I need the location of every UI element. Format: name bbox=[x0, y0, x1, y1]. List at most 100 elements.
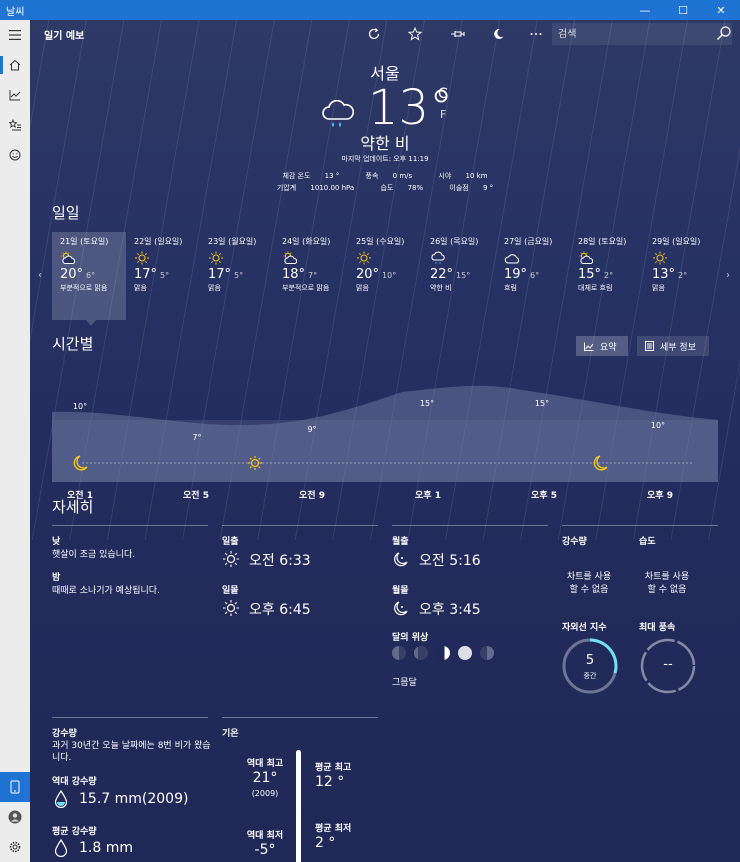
sidebar-item-maps[interactable] bbox=[0, 80, 30, 110]
day-condition: 맑음 bbox=[208, 284, 221, 292]
daily-forecast-day[interactable]: 28일 (토요일) 15° 2° 대체로 흐림 bbox=[570, 232, 644, 320]
day-name: 29일 (일요일) bbox=[652, 237, 701, 246]
day-low-temp: 5° bbox=[160, 271, 170, 280]
day-low-temp: 15° bbox=[456, 271, 471, 280]
favorite-button[interactable] bbox=[405, 24, 425, 44]
sidebar-item-feedback[interactable] bbox=[0, 140, 30, 170]
search-icon[interactable] bbox=[716, 25, 732, 41]
moon-phase-icon bbox=[458, 646, 472, 660]
daily-forecast-day[interactable]: 26일 (목요일) 22° 15° 약한 비 bbox=[422, 232, 496, 320]
more-options-button[interactable] bbox=[526, 24, 546, 44]
moon-phase-icon bbox=[414, 646, 428, 660]
precip-chart-unavailable: 차트를 사용 할 수 없음 bbox=[566, 572, 612, 595]
search-input[interactable] bbox=[552, 23, 732, 45]
sidebar-item-phone[interactable] bbox=[0, 772, 30, 802]
current-condition: 약한 비 bbox=[360, 134, 410, 153]
uv-index-label: 자외선 지수 bbox=[562, 623, 607, 633]
hourly-temp-label: 10° bbox=[73, 402, 87, 411]
humidity-label: 습도 bbox=[380, 184, 394, 192]
refresh-icon bbox=[368, 28, 380, 40]
moon-phase-icon bbox=[392, 646, 406, 660]
humidity-chart-label: 습도 bbox=[639, 537, 656, 547]
divider bbox=[52, 525, 208, 526]
daily-next-arrow[interactable]: › bbox=[726, 270, 730, 281]
hamburger-menu-button[interactable] bbox=[0, 20, 30, 50]
hour-label: 오전 5 bbox=[183, 491, 209, 501]
moon-phase-value: 그믐달 bbox=[392, 678, 417, 688]
day-name: 24일 (화요일) bbox=[282, 237, 331, 246]
partly-sunny-icon bbox=[282, 251, 298, 265]
home-icon bbox=[9, 59, 21, 71]
details-toggle-button[interactable]: 세부 정보 bbox=[637, 336, 709, 356]
hourly-temp-label: 9° bbox=[307, 425, 316, 434]
daily-prev-arrow[interactable]: ‹ bbox=[38, 270, 42, 281]
day-high-temp: 15° bbox=[578, 267, 602, 282]
day-condition: 부분적으로 맑음 bbox=[60, 284, 108, 292]
details-label: 세부 정보 bbox=[660, 342, 696, 353]
day-low-temp: 6° bbox=[530, 271, 540, 280]
daily-forecast-day[interactable]: 27일 (금요일) 19° 6° 흐림 bbox=[496, 232, 570, 320]
daily-forecast-day[interactable]: 23일 (월요일) 17° 5° 맑음 bbox=[200, 232, 274, 320]
record-high-year: (2009) bbox=[251, 789, 279, 798]
daily-title: 일일 bbox=[52, 204, 80, 222]
maximize-button[interactable]: ☐ bbox=[664, 0, 702, 20]
divider bbox=[52, 717, 208, 718]
window-title: 날씨 bbox=[6, 6, 25, 18]
divider bbox=[392, 525, 548, 526]
max-wind-label: 최대 풍속 bbox=[639, 623, 676, 633]
hourly-temp-label: 7° bbox=[192, 433, 201, 442]
day-low-temp: 2° bbox=[604, 271, 614, 280]
day-high-temp: 20° bbox=[60, 267, 84, 282]
fahrenheit-toggle[interactable]: F bbox=[440, 108, 446, 121]
celsius-toggle[interactable]: C bbox=[438, 86, 448, 102]
hourly-temp-label: 10° bbox=[651, 421, 665, 430]
daily-forecast-day[interactable]: 22일 (일요일) 17° 5° 맑음 bbox=[126, 232, 200, 320]
refresh-button[interactable] bbox=[364, 24, 384, 44]
sidebar-item-account[interactable] bbox=[0, 802, 30, 832]
climate-precip-text: 과거 30년간 오늘 날짜에는 8번 비가 왔습니다. bbox=[52, 741, 211, 763]
hamburger-icon bbox=[9, 30, 21, 40]
moon-phase-icon bbox=[480, 646, 494, 660]
day-name: 26일 (목요일) bbox=[430, 237, 479, 246]
moon-icon bbox=[494, 28, 504, 39]
hourly-chart: 10° 7° 9° 15° 15° 10° bbox=[52, 372, 718, 482]
daily-forecast-day[interactable]: 24일 (화요일) 18° 7° 부분적으로 맑음 bbox=[274, 232, 348, 320]
minimize-button[interactable]: — bbox=[626, 0, 664, 20]
day-high-temp: 20° bbox=[356, 267, 380, 282]
phone-icon bbox=[10, 780, 20, 794]
chart-icon bbox=[9, 90, 21, 101]
sunrise-icon bbox=[223, 551, 239, 567]
sun-icon bbox=[208, 251, 224, 265]
humidity-value: 78% bbox=[407, 184, 424, 192]
day-name: 22일 (일요일) bbox=[134, 237, 183, 246]
dewpoint-value: 9 ° bbox=[482, 184, 494, 192]
sidebar-item-favorites[interactable] bbox=[0, 110, 30, 140]
avg-high-label: 평균 최고 bbox=[315, 763, 352, 773]
close-button[interactable]: ✕ bbox=[702, 0, 740, 20]
rain-cloud-icon bbox=[322, 100, 355, 127]
sunrise-label: 일출 bbox=[222, 537, 239, 547]
water-drop-icon bbox=[54, 839, 68, 857]
sunset-icon bbox=[223, 600, 239, 616]
selected-day-pointer bbox=[86, 320, 96, 326]
sidebar-item-forecast[interactable] bbox=[0, 50, 30, 80]
water-drop-icon bbox=[54, 790, 68, 808]
dark-mode-button[interactable] bbox=[489, 24, 509, 44]
daily-forecast-day[interactable]: 21일 (토요일) 20° 6° 부분적으로 맑음 bbox=[52, 232, 126, 320]
daily-forecast-day[interactable]: 29일 (일요일) 13° 2° 맑음 bbox=[644, 232, 718, 320]
climate-precip-title: 강수량 bbox=[52, 729, 77, 739]
avg-precip-value: 1.8 mm bbox=[79, 840, 133, 856]
sidebar-item-settings[interactable] bbox=[0, 832, 30, 862]
day-condition: 맑음 bbox=[134, 284, 147, 292]
metrics-row-1: 체감 온도 13 ° 풍속 0 m/s 시야 10 km bbox=[30, 171, 740, 181]
pin-button[interactable] bbox=[448, 24, 468, 44]
details-title: 자세히 bbox=[52, 498, 94, 516]
daily-forecast-day[interactable]: 25일 (수요일) 20° 10° 맑음 bbox=[348, 232, 422, 320]
day-forecast-label: 낮 bbox=[52, 537, 61, 547]
day-name: 25일 (수요일) bbox=[356, 237, 405, 246]
hour-label: 오후 1 bbox=[415, 491, 441, 501]
account-icon bbox=[8, 810, 22, 824]
sunset-label: 일몰 bbox=[222, 586, 239, 596]
max-wind-gauge: -- bbox=[639, 637, 697, 695]
summary-toggle-button[interactable]: 요약 bbox=[576, 336, 628, 356]
